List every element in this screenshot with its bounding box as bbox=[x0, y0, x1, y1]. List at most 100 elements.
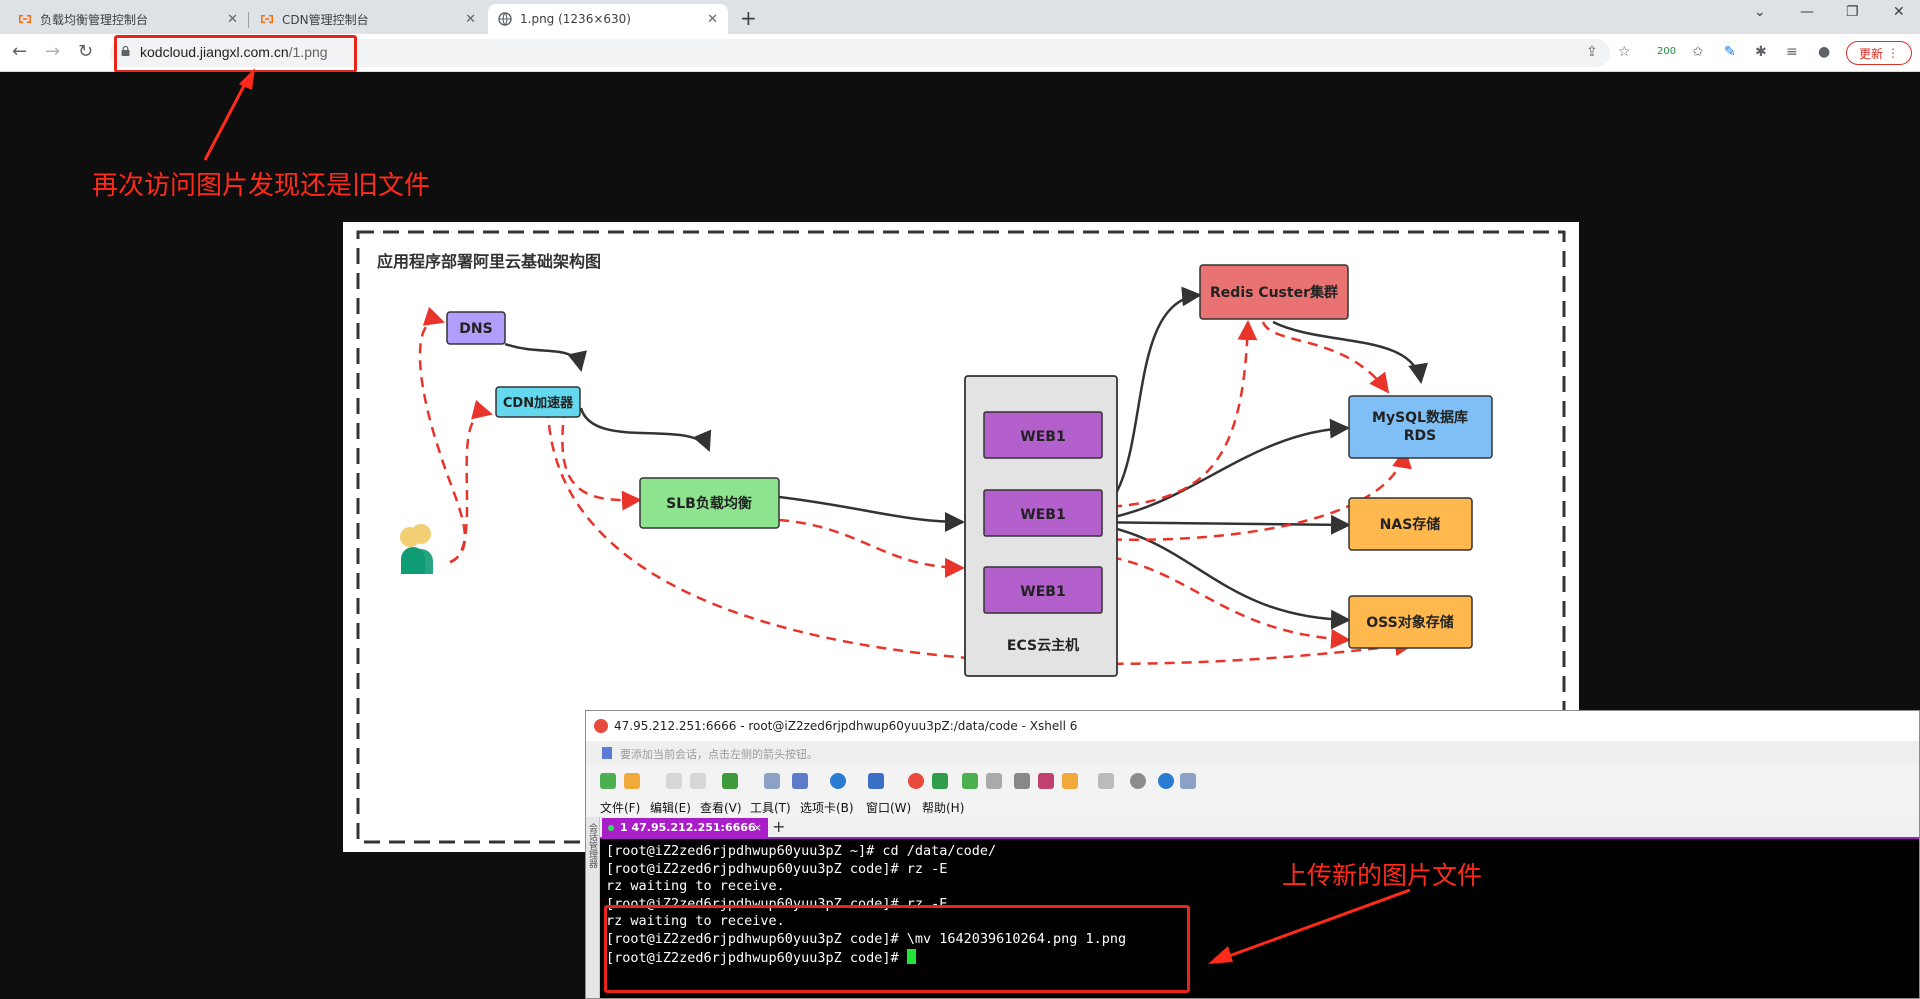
disconnect-icon[interactable] bbox=[690, 773, 706, 789]
find-icon[interactable] bbox=[764, 773, 780, 789]
session-tab-label: 1 47.95.212.251:6666 bbox=[620, 821, 756, 834]
close-icon[interactable]: ✕ bbox=[227, 12, 238, 27]
update-label: 更新 bbox=[1858, 46, 1883, 61]
edge-users-cdn bbox=[449, 399, 493, 564]
node-mysql bbox=[1348, 395, 1493, 459]
xshell-hint-text: 要添加当前会话，点击左侧的箭头按钮。 bbox=[620, 748, 818, 761]
xshell-title: 47.95.212.251:6666 - root@iZ2zed6rjpdhwu… bbox=[614, 719, 1078, 733]
extension-edit-icon[interactable]: ✎ bbox=[1724, 44, 1736, 60]
tab-slb-console[interactable]: 负载均衡管理控制台 ✕ bbox=[8, 4, 248, 34]
new-tab-button[interactable]: + bbox=[740, 6, 757, 30]
new-tab-button[interactable]: + bbox=[772, 817, 785, 836]
menu-tools[interactable]: 工具(T) bbox=[750, 799, 791, 816]
menu-edit[interactable]: 编辑(E) bbox=[650, 799, 691, 816]
window-close-icon[interactable]: ✕ bbox=[1893, 4, 1905, 20]
menu-help[interactable]: 帮助(H) bbox=[922, 799, 964, 816]
xftp-icon[interactable] bbox=[908, 773, 924, 789]
browser-tab-strip: 负载均衡管理控制台 ✕ CDN管理控制台 ✕ 1.png (1236×630) … bbox=[0, 0, 1920, 34]
menu-window[interactable]: 窗口(W) bbox=[866, 799, 911, 816]
node-dns-label: DNS bbox=[459, 321, 492, 337]
tab-title: CDN管理控制台 bbox=[282, 12, 369, 27]
help-icon[interactable] bbox=[1158, 773, 1174, 789]
status-200-badge[interactable]: 200 bbox=[1657, 46, 1676, 57]
open-folder-icon[interactable] bbox=[624, 773, 640, 789]
xshell-logo-icon bbox=[594, 719, 608, 733]
reconnect-icon[interactable] bbox=[666, 773, 682, 789]
edge-redis-mysql bbox=[1272, 320, 1428, 384]
annotation-arrow-up bbox=[203, 68, 255, 161]
xshell-titlebar[interactable]: 47.95.212.251:6666 - root@iZ2zed6rjpdhwu… bbox=[586, 711, 1919, 741]
extensions-puzzle-icon[interactable]: ✱ bbox=[1755, 44, 1767, 60]
update-button[interactable]: 更新 ⋮ bbox=[1846, 41, 1912, 65]
back-icon[interactable]: ← bbox=[12, 41, 27, 62]
node-redis-label: Redis Custer集群 bbox=[1210, 284, 1338, 301]
session-manager-sidebar[interactable]: 会话管理器 bbox=[586, 817, 600, 998]
edge-dns-cdn bbox=[504, 342, 587, 372]
edge-ecs-oss-dashed bbox=[1077, 550, 1351, 649]
users-icon bbox=[400, 524, 433, 574]
keyboard-icon[interactable] bbox=[1014, 773, 1030, 789]
terminal-line: [root@iZ2zed6rjpdhwup60yuu3pZ ~]# cd /da… bbox=[606, 843, 997, 859]
menu-view[interactable]: 查看(V) bbox=[700, 799, 742, 816]
diagram-title: 应用程序部署阿里云基础架构图 bbox=[377, 252, 601, 271]
transfer-icon[interactable] bbox=[722, 773, 738, 789]
xmanager-icon[interactable] bbox=[932, 773, 948, 789]
tab-divider bbox=[248, 12, 249, 28]
font-icon[interactable] bbox=[868, 773, 884, 789]
tab-cdn-console[interactable]: CDN管理控制台 ✕ bbox=[250, 4, 486, 34]
node-mysql-label-rds: RDS bbox=[1404, 428, 1436, 444]
node-mysql-label: MySQL数据库 bbox=[1372, 409, 1468, 426]
edge-ecs-nas bbox=[1077, 514, 1351, 535]
node-oss-label: OSS对象存储 bbox=[1366, 614, 1453, 631]
xshell-tabbar: 1 47.95.212.251:6666 × + bbox=[600, 817, 1919, 839]
chat-icon[interactable] bbox=[1180, 773, 1196, 789]
tab-image-active[interactable]: 1.png (1236×630) ✕ bbox=[488, 4, 728, 34]
close-icon[interactable]: ✕ bbox=[707, 12, 718, 27]
node-cdn-label: CDN加速器 bbox=[503, 395, 574, 411]
close-icon[interactable]: × bbox=[753, 821, 762, 834]
edge-ecs-oss bbox=[1077, 520, 1351, 630]
xshell-menubar: 文件(F) 编辑(E) 查看(V) 工具(T) 选项卡(B) 窗口(W) 帮助(… bbox=[586, 795, 1919, 817]
lock-icon[interactable] bbox=[986, 773, 1002, 789]
node-web1-c-label: WEB1 bbox=[1020, 584, 1065, 600]
grid-icon[interactable] bbox=[1098, 773, 1114, 789]
forward-icon[interactable]: → bbox=[45, 41, 60, 62]
add-session-arrow-icon[interactable] bbox=[602, 747, 612, 759]
tab-title: 1.png (1236×630) bbox=[520, 12, 631, 26]
new-session-icon[interactable] bbox=[600, 773, 616, 789]
globe-icon bbox=[498, 12, 512, 26]
xshell-session-hint-bar: 要添加当前会话，点击左侧的箭头按钮。 bbox=[586, 741, 1919, 765]
bookmark-star-icon[interactable]: ☆ bbox=[1618, 44, 1631, 60]
node-nas-label: NAS存储 bbox=[1380, 516, 1441, 533]
layout-icon[interactable] bbox=[792, 773, 808, 789]
settings-gear-icon[interactable] bbox=[1130, 773, 1146, 789]
favorites-icon[interactable]: ✩ bbox=[1692, 44, 1704, 60]
reload-icon[interactable]: ↻ bbox=[78, 41, 93, 62]
profile-avatar-icon[interactable]: ● bbox=[1818, 44, 1830, 60]
session-tab[interactable]: 1 47.95.212.251:6666 × bbox=[602, 818, 768, 838]
tab-search-icon[interactable]: ⌄ bbox=[1754, 4, 1766, 20]
node-slb-label: SLB负载均衡 bbox=[666, 495, 752, 512]
node-ecs-label: ECS云主机 bbox=[1007, 637, 1079, 654]
script-icon[interactable] bbox=[1038, 773, 1054, 789]
restore-icon[interactable]: ❐ bbox=[1846, 4, 1859, 20]
minimize-icon[interactable]: — bbox=[1800, 4, 1814, 20]
tab-title: 负载均衡管理控制台 bbox=[40, 12, 149, 27]
menu-file[interactable]: 文件(F) bbox=[600, 799, 640, 816]
xshell-toolbar bbox=[586, 765, 1919, 795]
annotation-arrow-left bbox=[1208, 888, 1411, 964]
globe-icon[interactable] bbox=[830, 773, 846, 789]
options-icon[interactable] bbox=[1062, 773, 1078, 789]
aliyun-icon bbox=[19, 15, 31, 23]
close-icon[interactable]: ✕ bbox=[465, 12, 476, 27]
menu-tabs[interactable]: 选项卡(B) bbox=[800, 799, 854, 816]
edge-redis-mysql-dashed bbox=[1261, 321, 1390, 394]
edge-ecs-mysql bbox=[1077, 418, 1350, 524]
share-icon[interactable]: ⇪ bbox=[1586, 44, 1598, 60]
edge-cdn-slb bbox=[579, 407, 712, 452]
edge-slb-ecs-dashed bbox=[778, 518, 965, 578]
annotation-old-file: 再次访问图片发现还是旧文件 bbox=[92, 171, 431, 201]
reading-list-icon[interactable]: ≡ bbox=[1786, 44, 1798, 60]
aliyun-icon bbox=[261, 15, 273, 23]
fullscreen-icon[interactable] bbox=[962, 773, 978, 789]
